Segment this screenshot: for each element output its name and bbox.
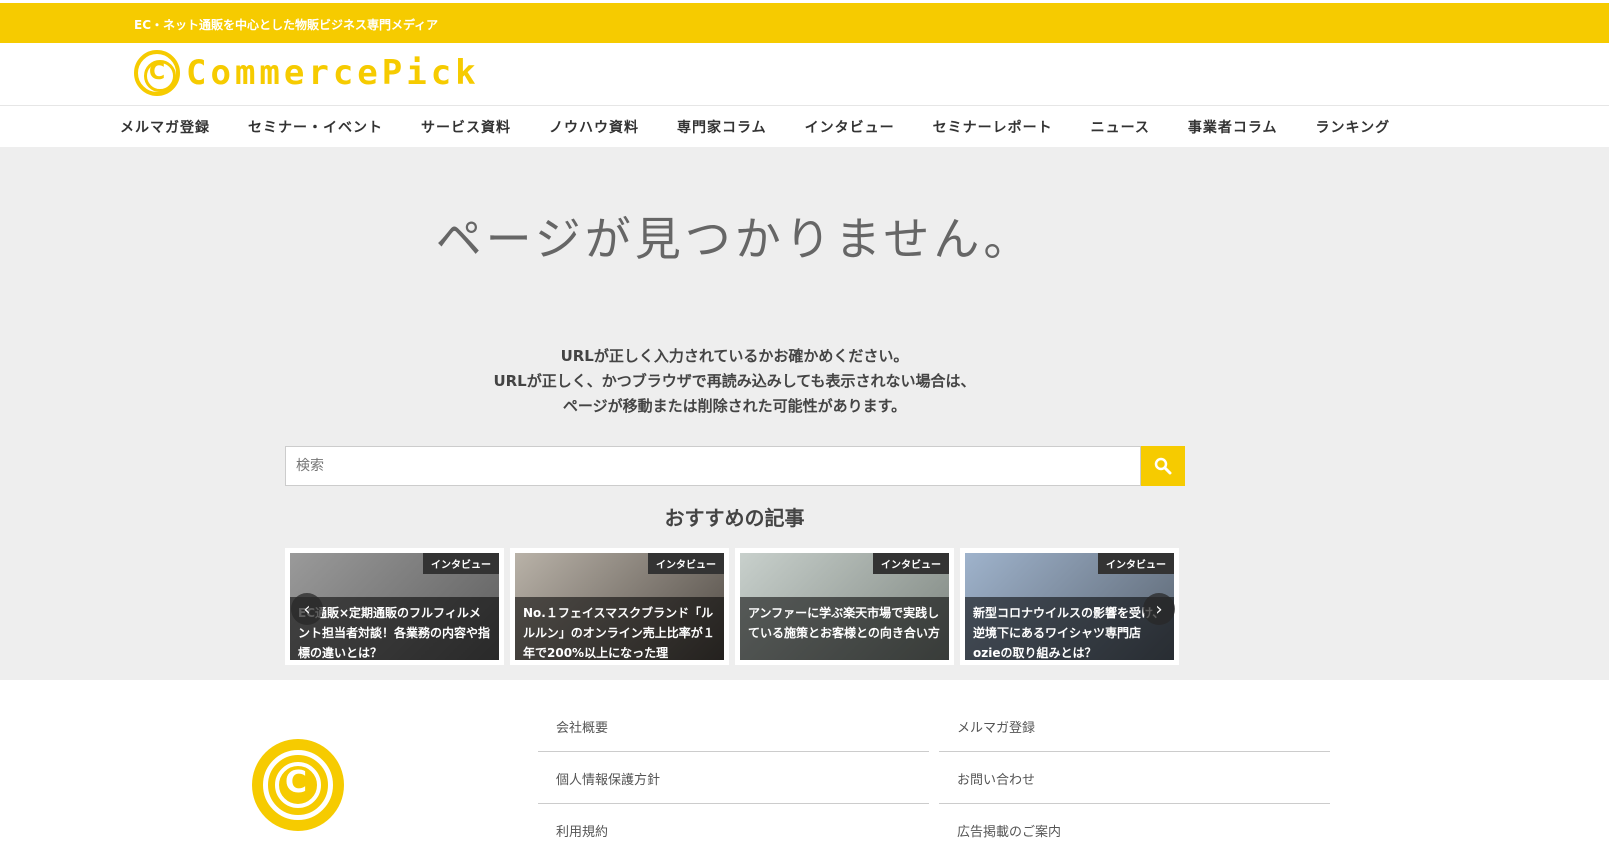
- nav-item-ranking[interactable]: ランキング: [1316, 117, 1391, 137]
- recommended-carousel: ‹ インタビュー EC通販×定期通販のフルフィルメント担当者対談！各業務の内容や…: [285, 548, 1185, 665]
- site-tagline: EC・ネット通販を中心とした物販ビジネス専門メディア: [134, 18, 439, 32]
- footer-link-terms[interactable]: 利用規約: [538, 804, 929, 843]
- recommended-title: おすすめの記事: [664, 506, 805, 530]
- message-line: ページが移動または削除された可能性があります。: [562, 397, 907, 415]
- nav-item-expert-column[interactable]: 専門家コラム: [677, 117, 767, 137]
- search-icon: [1154, 457, 1172, 475]
- search-button[interactable]: [1141, 446, 1185, 486]
- footer-links-col2: メルマガ登録 お問い合わせ 広告掲載のご案内: [939, 700, 1330, 843]
- category-badge: インタビュー: [423, 553, 499, 574]
- footer-link-advertising[interactable]: 広告掲載のご案内: [939, 804, 1330, 843]
- footer-links-col1: 会社概要 個人情報保護方針 利用規約: [538, 700, 929, 843]
- logo-text: CommercePick: [186, 53, 480, 93]
- nav-item-interview[interactable]: インタビュー: [805, 117, 895, 137]
- category-badge: インタビュー: [648, 553, 724, 574]
- nav-item-seminar-report[interactable]: セミナーレポート: [933, 117, 1053, 137]
- logo-mark-icon: C: [134, 50, 180, 96]
- footer-logo-letter: C: [285, 765, 308, 800]
- category-badge: インタビュー: [873, 553, 949, 574]
- footer-link-mailmag[interactable]: メルマガ登録: [939, 700, 1330, 752]
- article-title: アンファーに学ぶ楽天市場で実践している施策とお客様との向き合い方: [740, 597, 949, 660]
- footer-link-privacy[interactable]: 個人情報保護方針: [538, 752, 929, 804]
- footer-link-contact[interactable]: お問い合わせ: [939, 752, 1330, 804]
- category-badge: インタビュー: [1098, 553, 1174, 574]
- message-line: URLが正しく、かつブラウザで再読み込みしても表示されない場合は、: [493, 372, 976, 390]
- site-footer: C 会社概要 個人情報保護方針 利用規約 メルマガ登録 お問い合わせ 広告掲載の…: [0, 680, 1609, 843]
- chevron-right-icon: ›: [1155, 598, 1163, 620]
- search-input[interactable]: [285, 446, 1141, 486]
- article-title: No.１フェイスマスクブランド「ルルルン」のオンライン売上比率が１年で200%以…: [515, 597, 724, 660]
- footer-link-company[interactable]: 会社概要: [538, 700, 929, 752]
- nav-item-knowhow-docs[interactable]: ノウハウ資料: [549, 117, 639, 137]
- top-bar: EC・ネット通販を中心とした物販ビジネス専門メディア: [0, 3, 1609, 43]
- site-header: C CommercePick: [0, 43, 1609, 106]
- message-line: URLが正しく入力されているかお確かめください。: [560, 347, 909, 365]
- chevron-left-icon: ‹: [303, 598, 311, 620]
- site-logo[interactable]: C CommercePick: [134, 50, 480, 96]
- carousel-prev-button[interactable]: ‹: [291, 593, 323, 625]
- article-thumbnail: インタビュー No.１フェイスマスクブランド「ルルルン」のオンライン売上比率が１…: [515, 553, 724, 660]
- footer-logo-icon[interactable]: C: [252, 739, 344, 831]
- article-thumbnail: インタビュー アンファーに学ぶ楽天市場で実践している施策とお客様との向き合い方: [740, 553, 949, 660]
- nav-item-business-column[interactable]: 事業者コラム: [1188, 117, 1278, 137]
- notfound-section: ページが見つかりません。 URLが正しく入力されているかお確かめください。 UR…: [0, 148, 1609, 680]
- page-title: ページが見つかりません。: [435, 212, 1034, 266]
- search-form: [285, 446, 1185, 486]
- main-nav: メルマガ登録 セミナー・イベント サービス資料 ノウハウ資料 専門家コラム イン…: [0, 106, 1609, 148]
- article-card[interactable]: インタビュー アンファーに学ぶ楽天市場で実践している施策とお客様との向き合い方: [735, 548, 954, 665]
- notfound-message: URLが正しく入力されているかお確かめください。 URLが正しく、かつブラウザで…: [0, 344, 1469, 419]
- carousel-next-button[interactable]: ›: [1143, 593, 1175, 625]
- nav-item-seminar-event[interactable]: セミナー・イベント: [248, 117, 383, 137]
- article-card[interactable]: インタビュー No.１フェイスマスクブランド「ルルルン」のオンライン売上比率が１…: [510, 548, 729, 665]
- nav-item-service-docs[interactable]: サービス資料: [421, 117, 511, 137]
- logo-mark-letter: C: [149, 60, 166, 85]
- nav-item-mailmag[interactable]: メルマガ登録: [120, 117, 210, 137]
- nav-item-news[interactable]: ニュース: [1091, 117, 1150, 137]
